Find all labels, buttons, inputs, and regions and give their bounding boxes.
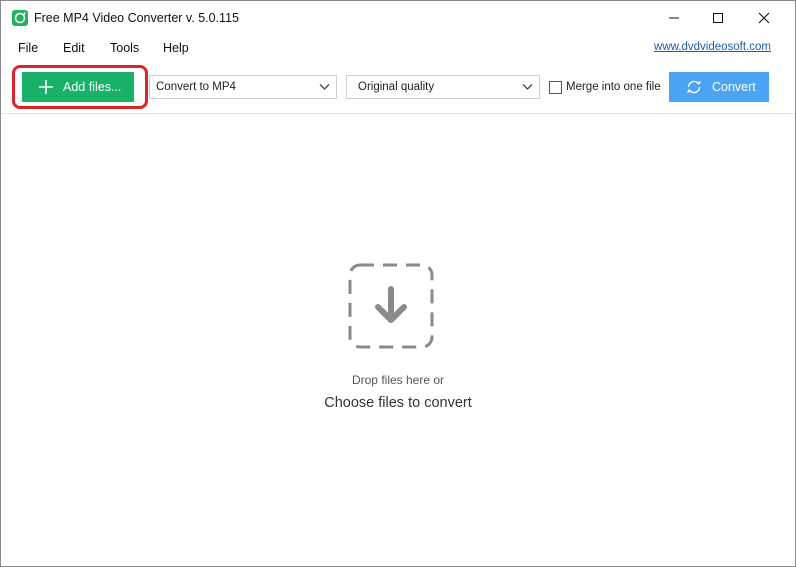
convert-button[interactable]: Convert — [669, 72, 769, 102]
add-files-button[interactable]: Add files... — [22, 72, 134, 102]
quality-select[interactable]: Original quality — [346, 75, 540, 99]
merge-label[interactable]: Merge into one file — [566, 81, 661, 93]
format-select-value: Convert to MP4 — [156, 81, 236, 93]
close-button[interactable] — [741, 1, 787, 35]
merge-checkbox[interactable] — [549, 81, 562, 94]
format-select[interactable]: Convert to MP4 — [149, 75, 337, 99]
menu-edit[interactable]: Edit — [63, 41, 85, 55]
window-title: Free MP4 Video Converter v. 5.0.115 — [34, 11, 239, 25]
menu-bar: File Edit Tools Help www.dvdvideosoft.co… — [1, 35, 795, 59]
maximize-button[interactable] — [695, 1, 741, 35]
maximize-icon — [713, 13, 723, 23]
drop-zone[interactable]: Drop files here or Choose files to conve… — [1, 114, 795, 566]
menu-tools[interactable]: Tools — [110, 41, 139, 55]
toolbar: Add files... Convert to MP4 Original qua… — [1, 59, 795, 114]
drop-hint: Drop files here or — [351, 373, 445, 387]
choose-files-link[interactable]: Choose files to convert — [1, 395, 795, 411]
website-link[interactable]: www.dvdvideosoft.com — [654, 41, 771, 53]
quality-select-value: Original quality — [358, 81, 435, 93]
title-bar[interactable]: Free MP4 Video Converter v. 5.0.115 — [1, 1, 795, 35]
close-icon — [758, 12, 770, 24]
minimize-icon — [669, 17, 679, 19]
menu-help[interactable]: Help — [163, 41, 189, 55]
menu-file[interactable]: File — [18, 41, 38, 55]
chevron-down-icon — [319, 84, 330, 90]
add-files-label: Add files... — [63, 80, 122, 94]
convert-label: Convert — [712, 80, 756, 94]
app-window: Free MP4 Video Converter v. 5.0.115 File… — [0, 0, 796, 567]
chevron-down-icon — [522, 84, 533, 90]
app-logo-icon — [12, 10, 28, 26]
minimize-button[interactable] — [651, 1, 697, 35]
refresh-icon — [687, 80, 701, 94]
plus-icon — [39, 80, 53, 94]
download-arrow-icon — [348, 263, 434, 349]
